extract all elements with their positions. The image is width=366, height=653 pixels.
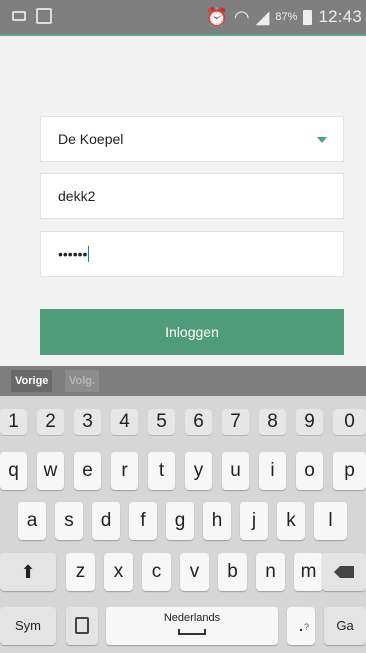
image-icon <box>36 8 52 24</box>
key-6[interactable]: 6 <box>185 409 212 435</box>
key-t[interactable]: t <box>148 452 175 490</box>
login-button[interactable]: Inloggen <box>40 309 344 355</box>
key-8[interactable]: 8 <box>259 409 286 435</box>
key-q[interactable]: q <box>0 452 27 490</box>
key-9[interactable]: 9 <box>296 409 323 435</box>
key-b[interactable]: b <box>218 553 247 591</box>
username-field[interactable]: dekk2 <box>40 173 344 219</box>
key-3[interactable]: 3 <box>74 409 101 435</box>
shift-arrow-icon: ⬆ <box>20 562 36 582</box>
key-f[interactable]: f <box>129 502 157 540</box>
key-i[interactable]: i <box>259 452 286 490</box>
key-0[interactable]: 0 <box>333 409 366 435</box>
clipboard-key[interactable] <box>66 607 98 645</box>
go-key[interactable]: Ga <box>324 607 366 645</box>
period-hint: ? <box>303 622 309 632</box>
next-field-button[interactable]: Volg. <box>65 370 100 392</box>
location-select-value: De Koepel <box>58 131 124 147</box>
key-y[interactable]: y <box>185 452 212 490</box>
sym-key[interactable]: Sym <box>0 607 56 645</box>
previous-field-button[interactable]: Vorige <box>11 370 53 392</box>
key-4[interactable]: 4 <box>111 409 138 435</box>
key-z[interactable]: z <box>66 553 95 591</box>
status-bar: ⏰ ◠ ◢ 87% 12:43 <box>0 0 366 36</box>
clipboard-icon <box>75 617 89 634</box>
voicemail-icon <box>12 11 26 21</box>
keyboard-toolbar: Vorige Volg. <box>0 366 366 396</box>
key-1[interactable]: 1 <box>0 409 27 435</box>
key-l[interactable]: l <box>314 502 347 540</box>
battery-percent: 87% <box>275 11 298 23</box>
key-r[interactable]: r <box>111 452 138 490</box>
login-form: De Koepel dekk2 •••••• Inloggen <box>0 36 366 356</box>
signal-icon: ◢ <box>255 7 270 27</box>
key-x[interactable]: x <box>104 553 133 591</box>
backspace-icon <box>334 566 354 578</box>
key-5[interactable]: 5 <box>148 409 175 435</box>
alarm-icon: ⏰ <box>205 7 228 27</box>
key-j[interactable]: j <box>240 502 268 540</box>
password-field[interactable]: •••••• <box>40 231 344 277</box>
key-p[interactable]: p <box>333 452 366 490</box>
key-n[interactable]: n <box>256 553 285 591</box>
username-value: dekk2 <box>58 188 96 204</box>
text-cursor <box>88 246 90 262</box>
location-select[interactable]: De Koepel <box>40 116 344 162</box>
soft-keyboard: 1 2 3 4 5 6 7 8 9 0 q w e r t y u i o p … <box>0 396 366 653</box>
space-language-label: Nederlands <box>163 612 221 624</box>
battery-icon <box>303 9 313 25</box>
password-value: •••••• <box>58 246 88 262</box>
shift-key[interactable]: ⬆ <box>0 553 56 591</box>
key-e[interactable]: e <box>74 452 101 490</box>
period-key[interactable]: . ? <box>287 607 315 645</box>
backspace-key[interactable] <box>322 553 366 591</box>
key-2[interactable]: 2 <box>37 409 64 435</box>
period-label: . <box>298 615 304 636</box>
key-7[interactable]: 7 <box>222 409 249 435</box>
key-c[interactable]: c <box>142 553 171 591</box>
key-m[interactable]: m <box>294 553 323 591</box>
dropdown-caret-icon <box>317 137 327 143</box>
key-d[interactable]: d <box>92 502 120 540</box>
space-key[interactable]: Nederlands <box>106 607 278 645</box>
key-u[interactable]: u <box>222 452 249 490</box>
status-time: 12:43 <box>318 7 362 26</box>
key-w[interactable]: w <box>37 452 64 490</box>
key-k[interactable]: k <box>277 502 305 540</box>
key-a[interactable]: a <box>18 502 46 540</box>
key-v[interactable]: v <box>180 553 209 591</box>
key-h[interactable]: h <box>203 502 231 540</box>
key-o[interactable]: o <box>296 452 323 490</box>
wifi-icon: ◠ <box>233 7 250 27</box>
key-s[interactable]: s <box>55 502 83 540</box>
key-g[interactable]: g <box>166 502 194 540</box>
space-bar-icon <box>178 629 206 635</box>
